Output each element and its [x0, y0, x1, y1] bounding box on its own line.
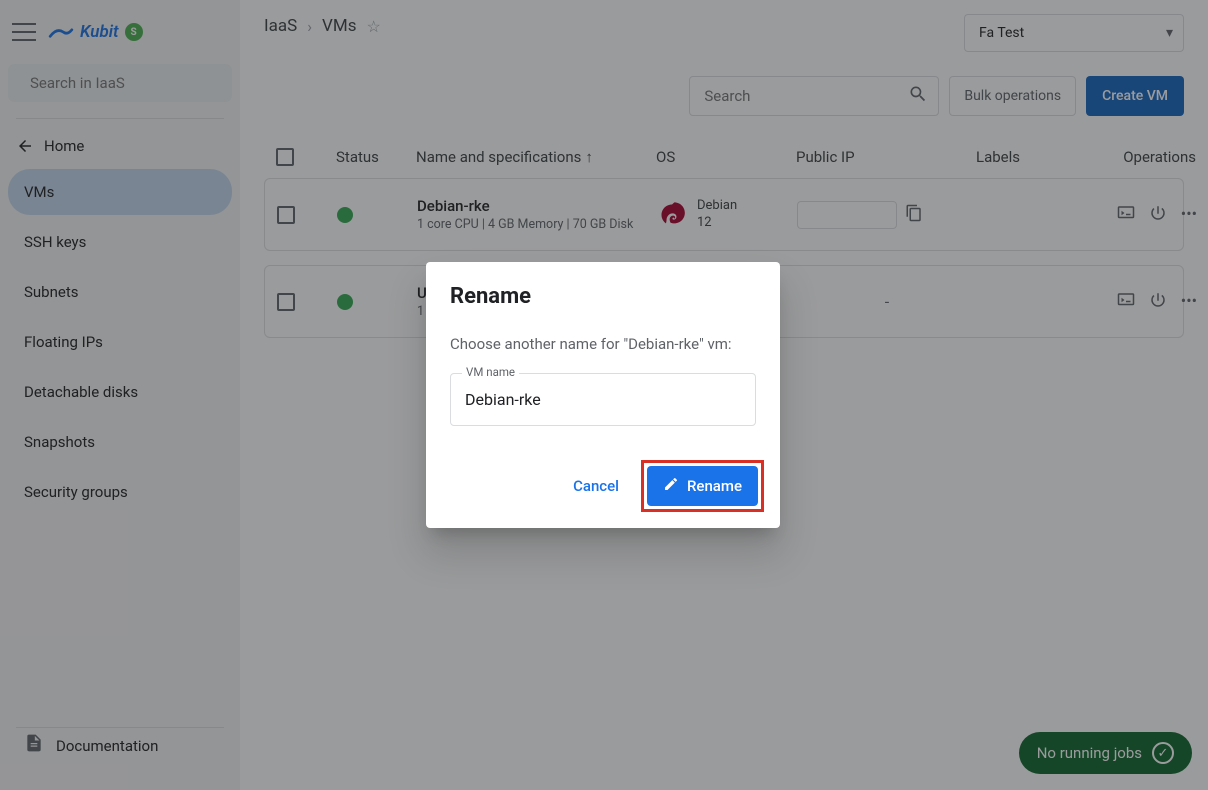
- rename-button[interactable]: Rename: [647, 466, 758, 506]
- rename-button-label: Rename: [687, 477, 742, 495]
- cancel-button[interactable]: Cancel: [559, 467, 633, 505]
- vm-name-field: VM name: [450, 373, 756, 426]
- highlight-box: Rename: [641, 460, 764, 512]
- vm-name-input[interactable]: [450, 373, 756, 426]
- field-label: VM name: [462, 365, 519, 379]
- modal-actions: Cancel Rename: [426, 448, 780, 528]
- pencil-icon: [663, 476, 679, 496]
- modal-description: Choose another name for "Debian-rke" vm:: [450, 335, 756, 353]
- rename-modal: Rename Choose another name for "Debian-r…: [426, 262, 780, 528]
- modal-title: Rename: [450, 284, 756, 309]
